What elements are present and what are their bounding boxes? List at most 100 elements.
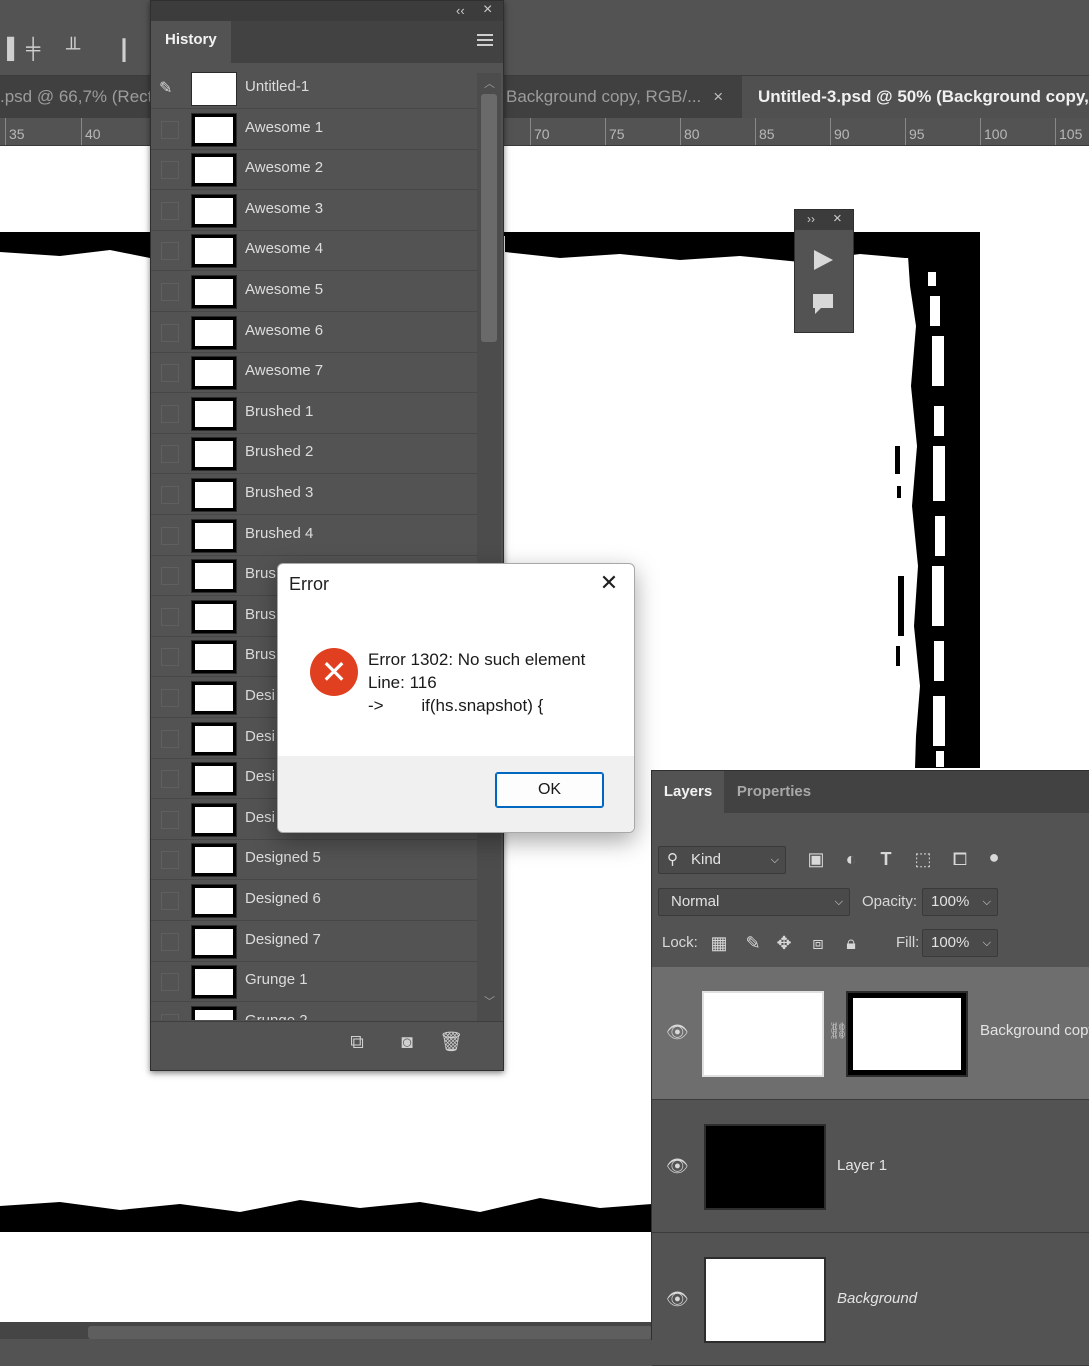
history-state-row[interactable]: Grunge 2 bbox=[151, 1002, 477, 1020]
history-brush-checkbox[interactable] bbox=[161, 445, 179, 464]
history-brush-checkbox[interactable] bbox=[161, 120, 179, 139]
hamburger-menu-icon[interactable] bbox=[477, 34, 493, 46]
history-brush-checkbox[interactable] bbox=[161, 567, 179, 586]
collapse-panel-icon[interactable]: ‹‹ bbox=[456, 3, 465, 18]
history-state-row[interactable]: Brushed 1 bbox=[151, 393, 477, 434]
history-state-label: Awesome 4 bbox=[245, 240, 324, 258]
history-brush-checkbox[interactable] bbox=[161, 689, 179, 707]
history-state-row[interactable]: Designed 5 bbox=[151, 839, 477, 881]
document-tab-1[interactable]: .psd @ 66,7% (Recta bbox=[0, 76, 150, 118]
history-brush-source-icon[interactable]: ✎ bbox=[159, 78, 172, 98]
filter-kind-select[interactable]: ⚲ Kind ⌵ bbox=[658, 846, 786, 874]
history-brush-checkbox[interactable] bbox=[161, 851, 179, 870]
layer-thumbnail[interactable] bbox=[704, 1124, 826, 1210]
align-horizontal-centers-icon[interactable]: ┃ bbox=[118, 38, 130, 63]
comment-icon[interactable] bbox=[811, 292, 835, 321]
layer-row[interactable]: 👁︎ Layer 1 bbox=[652, 1100, 1089, 1233]
filter-toggle-icon[interactable]: ● bbox=[982, 845, 1006, 869]
history-state-row[interactable]: Awesome 2 bbox=[151, 149, 477, 191]
history-state-row[interactable]: Awesome 7 bbox=[151, 352, 477, 394]
history-brush-checkbox[interactable] bbox=[161, 201, 179, 220]
history-brush-checkbox[interactable] bbox=[161, 404, 179, 423]
history-state-row[interactable]: ✎ Untitled-1 bbox=[151, 68, 477, 109]
history-scrollbar-thumb[interactable] bbox=[481, 94, 497, 342]
scroll-up-icon[interactable]: ︿ bbox=[484, 75, 495, 91]
history-brush-checkbox[interactable] bbox=[161, 892, 179, 910]
tab-history[interactable]: History bbox=[151, 21, 231, 63]
tab-properties[interactable]: Properties bbox=[724, 771, 824, 813]
align-bottom-edges-icon[interactable]: ╨ bbox=[66, 38, 80, 61]
layer-name[interactable]: Background copy bbox=[980, 1022, 1089, 1039]
document-tab-3[interactable]: Untitled-3.psd @ 50% (Background copy, R bbox=[742, 76, 1089, 118]
history-state-row[interactable]: Awesome 6 bbox=[151, 312, 477, 353]
history-brush-checkbox[interactable] bbox=[161, 242, 179, 261]
chevron-down-icon[interactable]: ⌵ bbox=[983, 930, 991, 956]
close-panel-icon[interactable]: × bbox=[483, 1, 492, 19]
layer-thumbnail[interactable] bbox=[702, 991, 824, 1077]
layer-name[interactable]: Background bbox=[837, 1290, 917, 1307]
history-state-row[interactable]: Awesome 3 bbox=[151, 190, 477, 231]
lock-all-icon[interactable]: 🔒︎ bbox=[839, 931, 863, 955]
history-state-row[interactable]: Brushed 4 bbox=[151, 515, 477, 556]
eye-icon[interactable]: 👁︎ bbox=[666, 1022, 689, 1044]
history-state-row[interactable]: Awesome 4 bbox=[151, 230, 477, 272]
close-panel-icon[interactable]: × bbox=[833, 210, 842, 227]
lock-artboard-icon[interactable]: ⧈ bbox=[806, 931, 830, 955]
eye-icon[interactable]: 👁︎ bbox=[666, 1156, 689, 1178]
smart-object-filter-icon[interactable]: ⧠ bbox=[948, 847, 972, 871]
type-layer-filter-icon[interactable]: T bbox=[874, 847, 898, 871]
expand-panel-icon[interactable]: ›› bbox=[807, 212, 815, 226]
shape-layer-filter-icon[interactable]: ⬚ bbox=[911, 847, 935, 871]
horizontal-scrollbar-thumb[interactable] bbox=[88, 1326, 652, 1339]
history-brush-checkbox[interactable] bbox=[161, 526, 179, 545]
lock-transparent-pixels-icon[interactable]: ▦ bbox=[707, 931, 731, 955]
history-brush-checkbox[interactable] bbox=[161, 729, 179, 748]
layer-row[interactable]: 👁︎ ⛓ Background copy bbox=[652, 967, 1089, 1100]
history-brush-checkbox[interactable] bbox=[161, 364, 179, 383]
history-brush-checkbox[interactable] bbox=[161, 1013, 179, 1020]
history-state-row[interactable]: Brushed 2 bbox=[151, 433, 477, 475]
lock-position-icon[interactable]: ✥ bbox=[772, 931, 796, 955]
history-brush-checkbox[interactable] bbox=[161, 323, 179, 342]
ok-button[interactable]: OK bbox=[495, 772, 604, 808]
history-state-row[interactable]: Awesome 5 bbox=[151, 271, 477, 312]
history-state-row[interactable]: Awesome 1 bbox=[151, 109, 477, 150]
history-state-row[interactable]: Brushed 3 bbox=[151, 474, 477, 515]
history-brush-checkbox[interactable] bbox=[161, 973, 179, 992]
history-brush-checkbox[interactable] bbox=[161, 486, 179, 504]
layer-row[interactable]: 👁︎ Background bbox=[652, 1233, 1089, 1366]
history-brush-checkbox[interactable] bbox=[161, 932, 179, 951]
eye-icon[interactable]: 👁︎ bbox=[666, 1289, 689, 1311]
play-icon[interactable] bbox=[811, 248, 835, 277]
pixel-layer-filter-icon[interactable]: ▣ bbox=[804, 847, 828, 871]
tab-layers[interactable]: Layers bbox=[652, 771, 724, 813]
document-tab-2[interactable]: Background copy, RGB/... × bbox=[502, 76, 744, 118]
history-brush-checkbox[interactable] bbox=[161, 770, 179, 789]
blend-mode-select[interactable]: Normal ⌵ bbox=[658, 888, 850, 916]
history-brush-checkbox[interactable] bbox=[161, 161, 179, 180]
trash-icon[interactable]: 🗑 bbox=[438, 1030, 464, 1056]
scroll-down-icon[interactable]: ﹀ bbox=[484, 993, 495, 1009]
layer-mask-thumbnail[interactable] bbox=[846, 991, 968, 1077]
camera-icon[interactable]: ◙ bbox=[394, 1030, 420, 1056]
align-left-edges-icon[interactable]: ▐ bbox=[0, 38, 14, 61]
layer-thumbnail[interactable] bbox=[704, 1257, 826, 1343]
history-state-row[interactable]: Designed 6 bbox=[151, 880, 477, 921]
align-vertical-centers-icon[interactable]: ╪ bbox=[26, 38, 40, 61]
history-brush-checkbox[interactable] bbox=[161, 283, 179, 301]
chevron-down-icon[interactable]: ⌵ bbox=[983, 889, 991, 915]
lock-image-pixels-icon[interactable]: ✎ bbox=[741, 931, 765, 955]
history-state-row[interactable]: Designed 7 bbox=[151, 921, 477, 962]
history-state-row[interactable]: Grunge 1 bbox=[151, 961, 477, 1003]
opacity-input[interactable]: 100% ⌵ bbox=[922, 888, 998, 916]
history-brush-checkbox[interactable] bbox=[161, 607, 179, 626]
close-icon[interactable]: ✕ bbox=[596, 570, 622, 596]
layer-name[interactable]: Layer 1 bbox=[837, 1157, 887, 1174]
history-brush-checkbox[interactable] bbox=[161, 648, 179, 667]
history-brush-checkbox[interactable] bbox=[161, 810, 179, 829]
fill-input[interactable]: 100% ⌵ bbox=[922, 929, 998, 957]
new-document-from-state-icon[interactable]: ⧉ bbox=[344, 1030, 370, 1056]
close-tab-icon[interactable]: × bbox=[713, 87, 723, 106]
adjustment-layer-filter-icon[interactable]: ◐ bbox=[839, 847, 863, 871]
error-message-line: Error 1302: No such element bbox=[368, 650, 586, 669]
